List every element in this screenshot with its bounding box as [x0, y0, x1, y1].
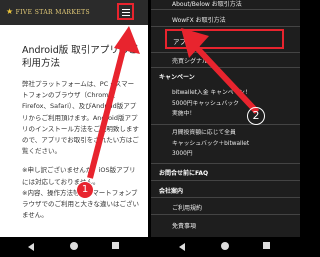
promo-cashback[interactable]: 月間投資額に応じて全員 キャッシュバック＋bitwallet 3000円	[172, 128, 297, 160]
home-icon[interactable]	[221, 242, 229, 250]
arrow-2-icon	[181, 28, 260, 115]
menu-heading-company: 会社案内	[159, 188, 184, 195]
back-icon[interactable]	[28, 243, 34, 251]
android-nav-bar	[0, 237, 148, 257]
recents-icon[interactable]	[112, 242, 119, 249]
android-nav-bar-right	[151, 237, 300, 257]
home-icon[interactable]	[70, 242, 78, 250]
site-header: ★ FIVE STAR MARKETS	[0, 0, 148, 25]
star-icon: ★	[6, 7, 14, 16]
site-logo[interactable]: ★ FIVE STAR MARKETS	[6, 7, 90, 16]
menu-item-faq[interactable]: お問合せ前にFAQ	[151, 168, 300, 177]
arrow-1-icon	[87, 26, 140, 179]
menu-item-terms[interactable]: ご利用規約	[151, 203, 300, 212]
step-badge-2: 2	[247, 107, 265, 125]
back-icon[interactable]	[179, 243, 185, 251]
left-screen: ★ FIVE STAR MARKETS Android版 取引アプリのご利用方法 …	[0, 0, 148, 257]
menu-item-about[interactable]: About/Below お取引方法	[151, 0, 300, 8]
hamburger-menu-button[interactable]	[117, 3, 134, 20]
menu-item-disclaimer[interactable]: 免責事項	[151, 221, 300, 230]
recents-icon[interactable]	[263, 242, 270, 249]
right-screen: About/Below お取引方法 WowFX お取引方法 アプリ 売買シグナル…	[151, 0, 300, 257]
